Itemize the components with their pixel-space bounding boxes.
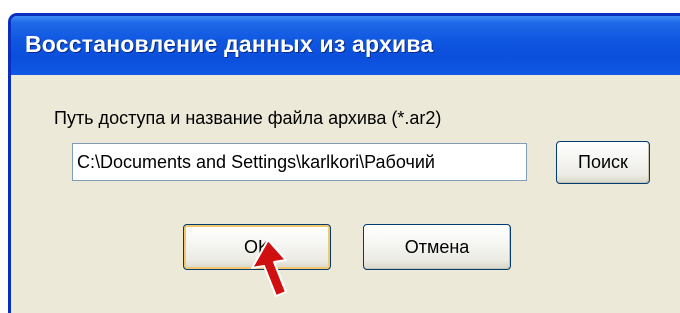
archive-path-input[interactable] (72, 143, 527, 181)
red-arrow-cursor-icon (251, 239, 287, 297)
search-button[interactable]: Поиск (556, 141, 650, 184)
search-button-label: Поиск (578, 152, 628, 172)
archive-path-label: Путь доступа и название файла архива (*.… (54, 108, 442, 128)
title-bar[interactable]: Восстановление данных из архива (11, 16, 680, 75)
cancel-button-label: Отмена (404, 236, 470, 257)
dialog-title: Восстановление данных из архива (25, 31, 434, 57)
restore-dialog: Восстановление данных из архива Путь дос… (8, 13, 680, 313)
cancel-button[interactable]: Отмена (363, 224, 511, 270)
